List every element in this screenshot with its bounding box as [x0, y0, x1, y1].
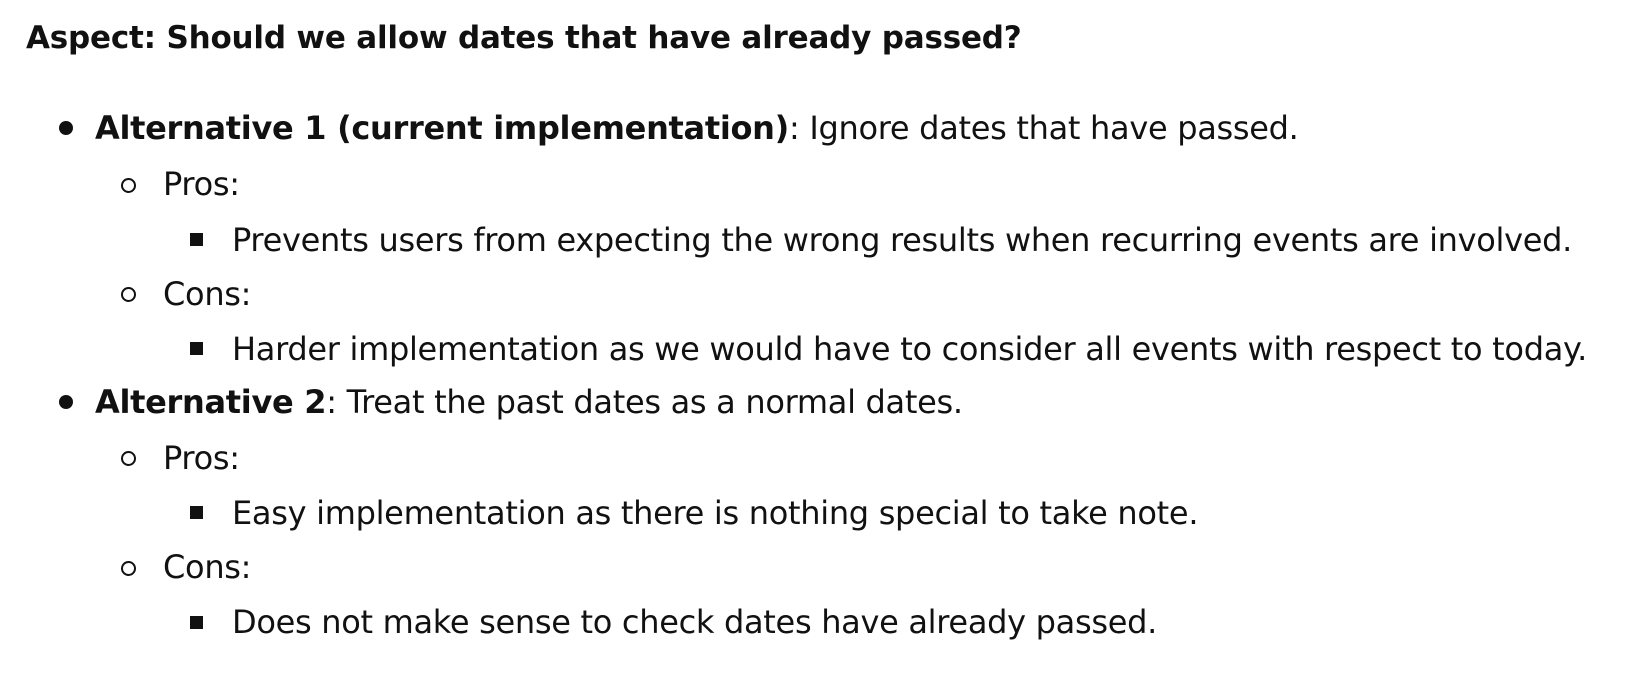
- circle-bullet-icon: [121, 178, 136, 193]
- disc-bullet-icon: [59, 121, 73, 135]
- alternative-2-item: Alternative 2: Treat the past dates as a…: [95, 380, 963, 424]
- alternative-2-cons-item: Does not make sense to check dates have …: [232, 603, 1157, 641]
- alternative-2-cons-label: Cons:: [163, 548, 252, 586]
- alternative-2-title: Alternative 2: [95, 383, 327, 421]
- square-bullet-icon: [190, 233, 203, 246]
- alternative-2-pros-label: Pros:: [163, 439, 240, 477]
- circle-bullet-icon: [121, 561, 136, 576]
- alternative-1-cons-label: Cons:: [163, 275, 252, 313]
- disc-bullet-icon: [59, 395, 73, 409]
- alternative-1-item: Alternative 1 (current implementation): …: [95, 106, 1299, 150]
- section-heading: Aspect: Should we allow dates that have …: [26, 20, 1022, 56]
- square-bullet-icon: [190, 342, 203, 355]
- alternative-1-pros-item: Prevents users from expecting the wrong …: [232, 221, 1573, 259]
- circle-bullet-icon: [121, 451, 136, 466]
- square-bullet-icon: [190, 506, 203, 519]
- alternative-1-description: : Ignore dates that have passed.: [789, 109, 1299, 147]
- square-bullet-icon: [190, 616, 203, 629]
- document-body: Aspect: Should we allow dates that have …: [0, 0, 1650, 678]
- alternative-2-description: : Treat the past dates as a normal dates…: [326, 383, 963, 421]
- alternative-1-title: Alternative 1 (current implementation): [95, 109, 789, 147]
- alternative-1-cons-item: Harder implementation as we would have t…: [232, 330, 1587, 368]
- alternative-1-pros-label: Pros:: [163, 165, 240, 203]
- circle-bullet-icon: [121, 287, 136, 302]
- alternative-2-pros-item: Easy implementation as there is nothing …: [232, 494, 1199, 532]
